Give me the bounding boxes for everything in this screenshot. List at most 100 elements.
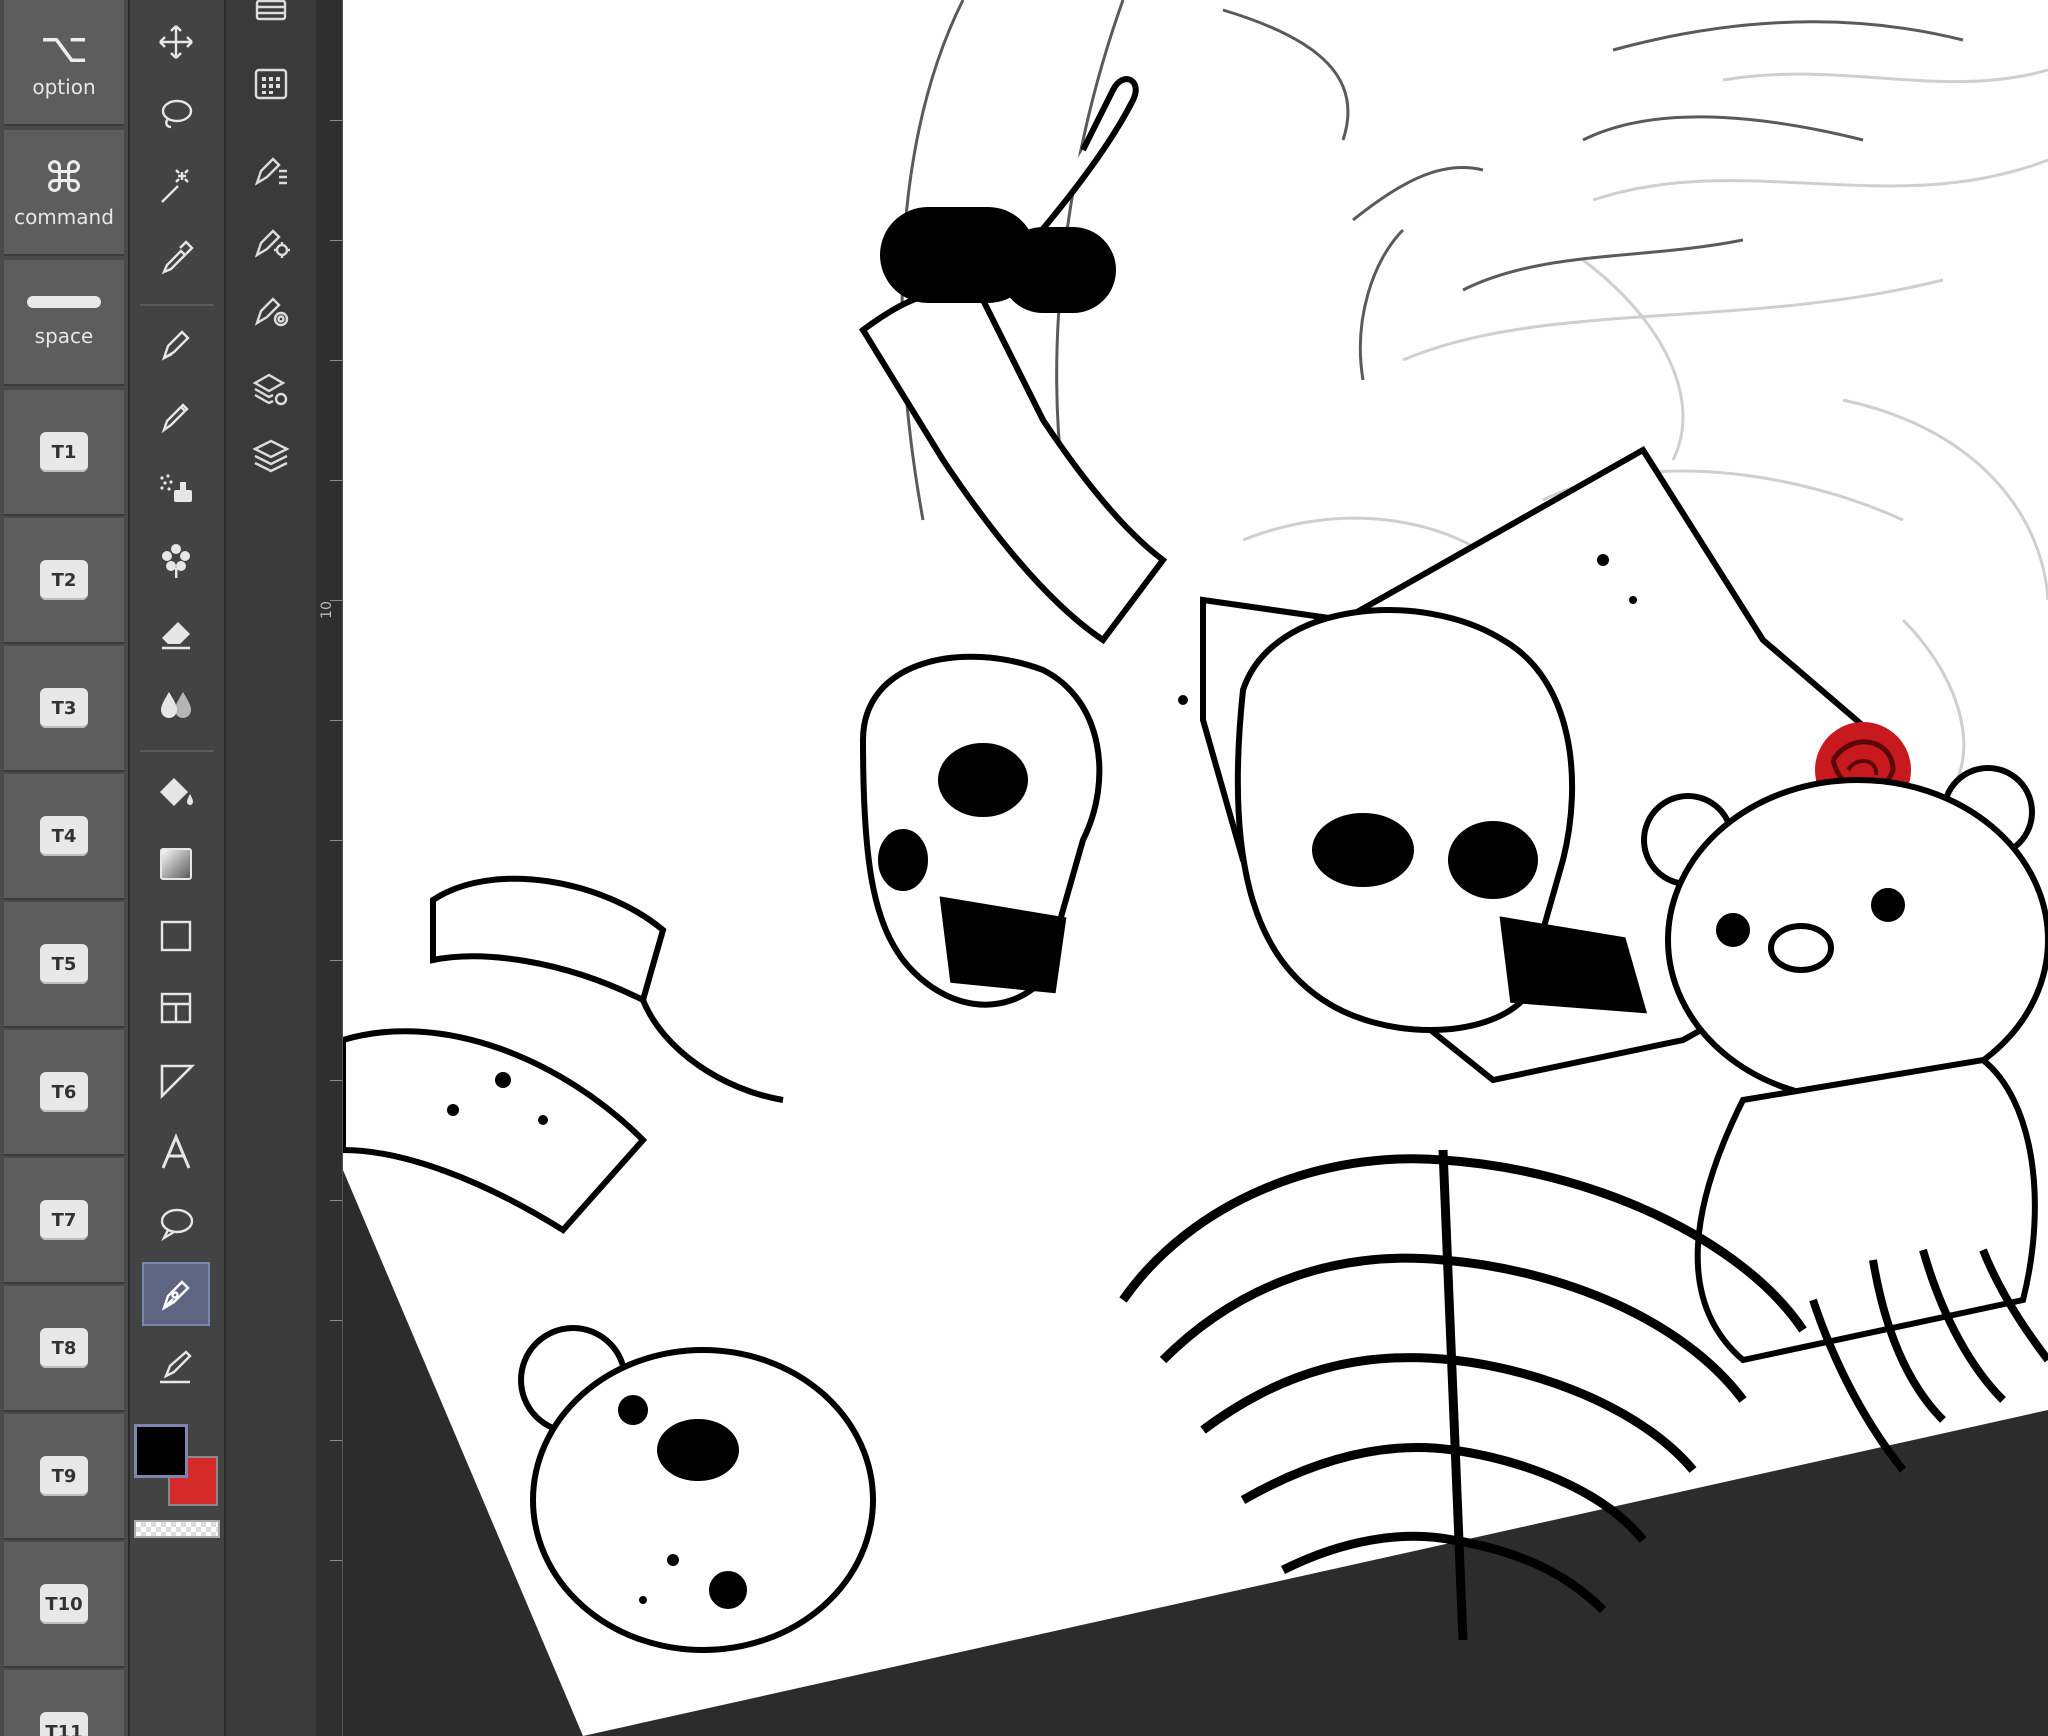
shortcut-key-label: T7 [40,1200,88,1240]
option-key[interactable]: ⌥ option [4,0,124,126]
balloon-tool-icon [160,1208,194,1242]
shortcut-key-t9[interactable]: T9 [4,1414,124,1540]
ruler-tick [330,1440,342,1441]
space-key[interactable]: space [4,260,124,386]
layer-property-icon [252,373,288,406]
tool-separator [140,750,214,752]
decoration-tool[interactable] [142,528,210,592]
ruler-label: 10 [318,601,335,619]
eraser-tool[interactable] [142,600,210,664]
spacebar-icon [27,296,101,308]
ruler-tick [330,480,342,481]
command-key-glyph: ⌘ [43,153,85,202]
eyedropper-tool-icon [161,240,194,275]
shortcut-key-label: T1 [40,432,88,472]
shortcut-key-label: T3 [40,688,88,728]
layer-property-button[interactable] [246,364,296,414]
blend-tool[interactable] [142,672,210,736]
pencil-tool[interactable] [142,384,210,448]
correct-line-tool-icon [160,1350,192,1384]
material-palette-icon [254,68,288,100]
ruler-tick [330,840,342,841]
magic-wand-tool-icon [161,169,189,203]
vertical-ruler[interactable]: 10 [316,0,343,1736]
color-swatches [130,1420,224,1540]
shortcut-key-t2[interactable]: T2 [4,518,124,644]
shortcut-key-t7[interactable]: T7 [4,1158,124,1284]
tool-bar [130,0,224,1736]
pencil-tool-icon [161,403,189,434]
brush-size-icon [254,297,289,327]
vector-pen-tool[interactable] [142,1262,210,1326]
option-key-label: option [32,75,96,99]
sub-tool-palette-button[interactable] [246,144,296,194]
ruler-tick [330,240,342,241]
shortcut-key-label: T5 [40,944,88,984]
transparent-color-swatch[interactable] [134,1520,220,1538]
shortcut-key-label: T6 [40,1072,88,1112]
decoration-tool-icon [162,544,190,578]
ruler-tick [330,1200,342,1201]
eyedropper-tool[interactable] [142,226,210,290]
frame-border-tool-icon [160,992,192,1024]
text-tool[interactable] [142,1120,210,1184]
shortcut-key-t1[interactable]: T1 [4,390,124,516]
space-key-label: space [34,324,94,348]
artwork-canvas[interactable] [343,0,2048,1736]
gradient-tool[interactable] [142,832,210,896]
main-color-swatch[interactable] [134,1424,188,1478]
layer-palette-button[interactable] [246,430,296,480]
ruler-tick [330,1560,342,1561]
balloon-tool[interactable] [142,1192,210,1256]
ruler-tool-icon [160,1064,196,1100]
airbrush-tool[interactable] [142,456,210,520]
frame-border-tool[interactable] [142,976,210,1040]
ruler-tick [330,360,342,361]
canvas-area[interactable] [343,0,2048,1736]
eraser-tool-icon [162,622,190,650]
ruler-tick [330,120,342,121]
pen-tool-icon [161,330,190,361]
palette-bar [226,0,316,1736]
shortcut-key-t5[interactable]: T5 [4,902,124,1028]
tool-separator [140,304,214,306]
shortcut-key-t4[interactable]: T4 [4,774,124,900]
correct-line-tool[interactable] [142,1334,210,1398]
figure-tool[interactable] [142,904,210,968]
ruler-tick [330,1320,342,1321]
lasso-select-tool-icon [161,99,193,129]
pen-tool[interactable] [142,312,210,376]
shortcut-key-t11[interactable]: T11 [4,1670,124,1736]
brush-size-button[interactable] [246,284,296,334]
shortcut-key-label: T10 [40,1584,88,1624]
command-key[interactable]: ⌘ command [4,130,124,256]
tool-property-button[interactable] [246,216,296,266]
airbrush-tool-icon [160,474,192,502]
tool-property-icon [254,229,290,258]
move-tool[interactable] [142,10,210,74]
figure-tool-icon [160,920,192,952]
shortcut-key-t10[interactable]: T10 [4,1542,124,1668]
shortcut-key-t3[interactable]: T3 [4,646,124,772]
shortcut-key-label: T8 [40,1328,88,1368]
animation-timeline-button[interactable] [246,0,296,32]
fill-tool[interactable] [142,760,210,824]
shortcut-key-label: T4 [40,816,88,856]
layer-palette-icon [252,439,290,473]
ruler-tool[interactable] [142,1048,210,1112]
shortcut-key-t8[interactable]: T8 [4,1286,124,1412]
ruler-tick [330,1080,342,1081]
shortcut-key-t6[interactable]: T6 [4,1030,124,1156]
shortcut-key-label: T9 [40,1456,88,1496]
sub-tool-palette-icon [254,157,287,186]
magic-wand-tool[interactable] [142,154,210,218]
modifier-key-bar: ⌥ option ⌘ command space T1 T2 T3 T4 T5 … [0,0,128,1736]
ruler-tick [330,720,342,721]
option-key-glyph: ⌥ [39,23,89,72]
fill-tool-icon [160,778,193,806]
vector-pen-tool-icon [161,1280,190,1311]
move-tool-icon [159,25,193,59]
lasso-select-tool[interactable] [142,82,210,146]
material-palette-button[interactable] [246,58,296,108]
blend-tool-icon [161,692,191,718]
